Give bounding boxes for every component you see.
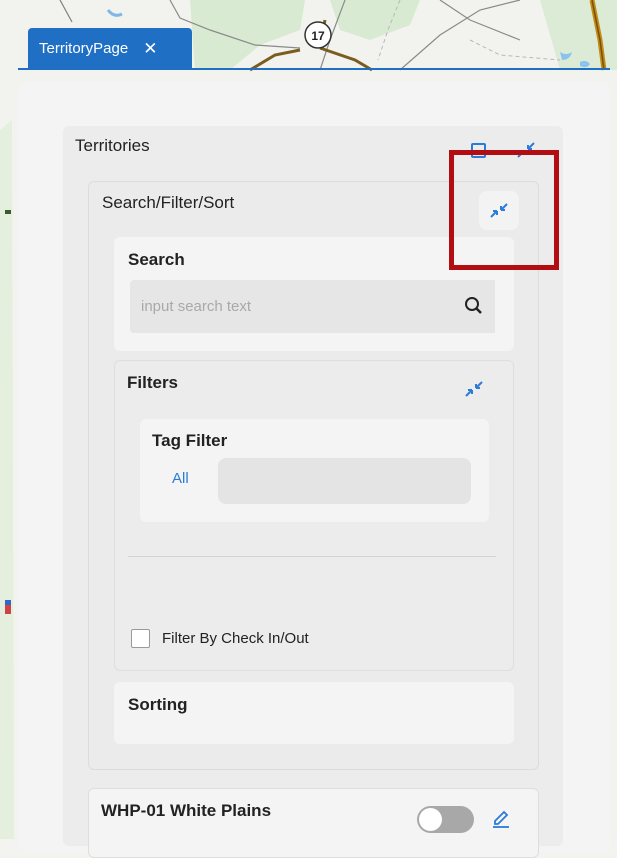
search-icon <box>465 297 482 314</box>
search-filter-sort-title: Search/Filter/Sort <box>102 193 235 212</box>
collapse-filters-icon[interactable] <box>463 379 485 399</box>
territory-toggle[interactable] <box>417 806 474 833</box>
filters-title: Filters <box>127 373 179 392</box>
check-in-out-label: Filter By Check In/Out <box>162 630 309 647</box>
check-in-out-checkbox[interactable] <box>131 629 150 648</box>
search-title: Search <box>128 250 185 269</box>
route-17-badge: 17 <box>304 21 332 49</box>
tag-filter-title: Tag Filter <box>152 431 228 450</box>
tag-filter-all-option[interactable]: All <box>172 470 189 487</box>
svg-text:17: 17 <box>311 29 325 43</box>
tab-label: TerritoryPage <box>39 39 129 57</box>
highlight-annotation-box <box>449 150 559 270</box>
divider <box>128 556 496 557</box>
territory-name: WHP-01 White Plains <box>101 801 272 820</box>
search-input[interactable] <box>130 280 453 333</box>
territories-title: Territories <box>75 136 150 155</box>
tab-underline <box>18 68 610 70</box>
sorting-title: Sorting <box>128 695 188 714</box>
tag-filter-select[interactable] <box>218 458 471 504</box>
search-button[interactable] <box>453 280 495 333</box>
tab-territory-page[interactable]: TerritoryPage ✕ <box>28 28 192 68</box>
close-icon[interactable]: ✕ <box>143 40 157 57</box>
edit-icon[interactable] <box>490 806 512 828</box>
